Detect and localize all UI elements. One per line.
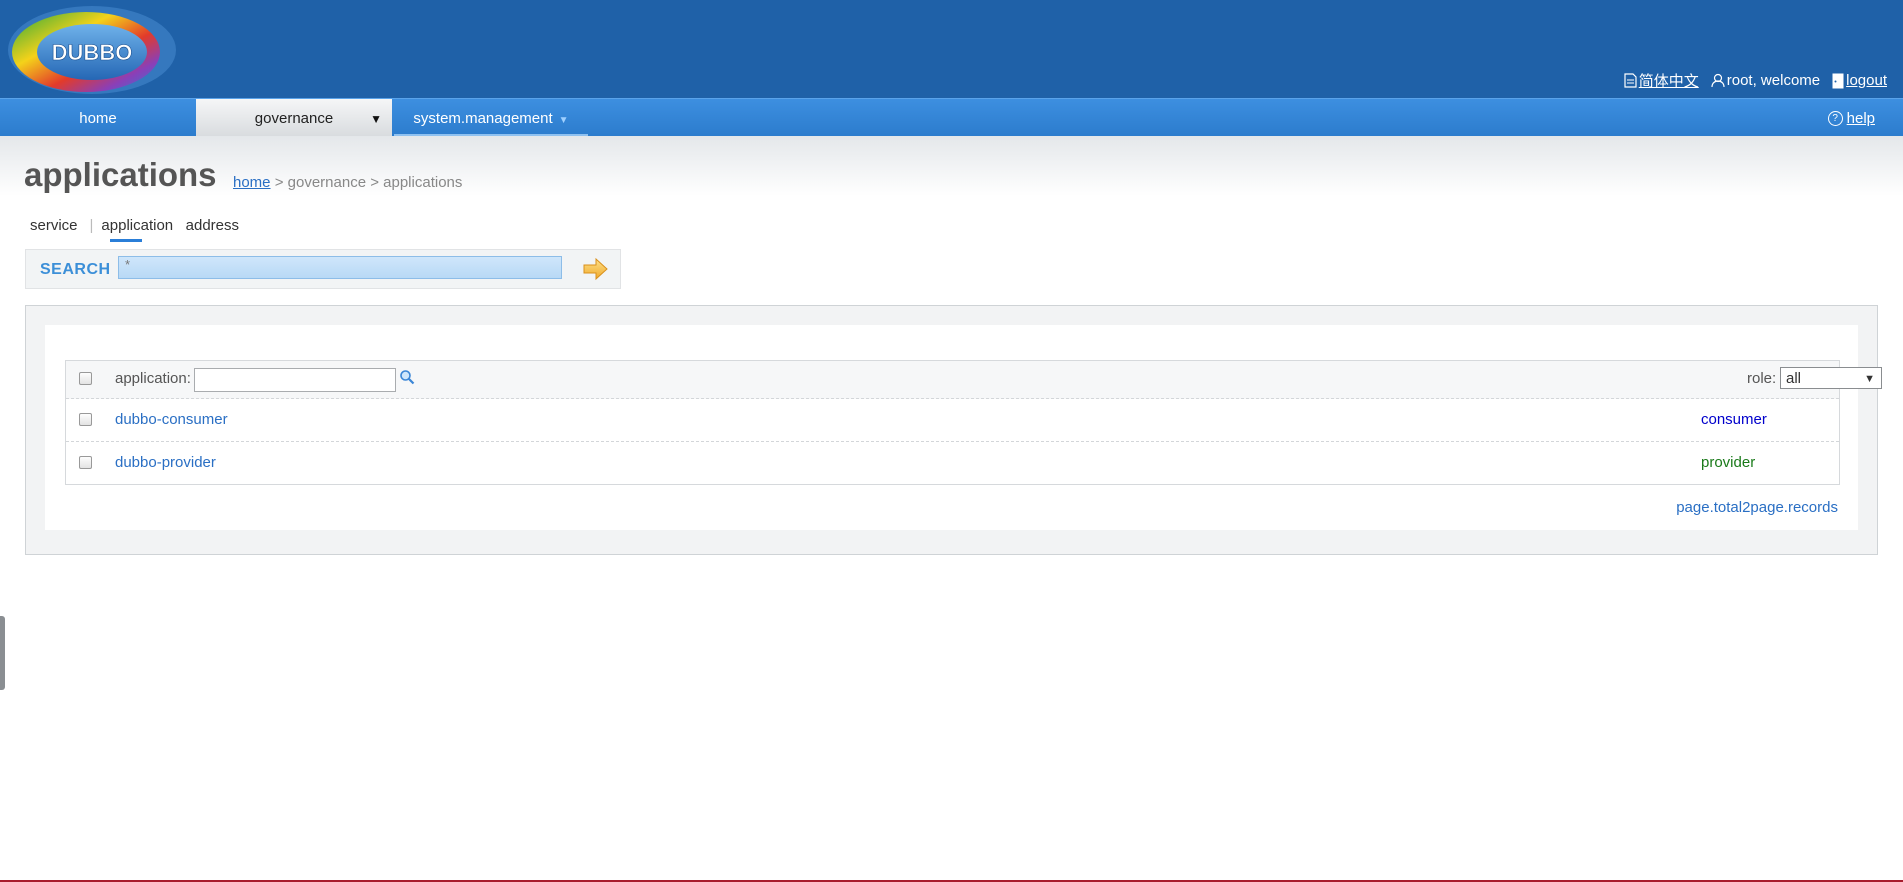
tab-application[interactable]: application: [101, 217, 173, 234]
select-all-checkbox[interactable]: [79, 372, 92, 385]
language-link[interactable]: 简体中文: [1639, 70, 1699, 91]
breadcrumb-separator: >: [366, 174, 384, 191]
search-input[interactable]: *: [118, 256, 562, 279]
user-welcome-text: root, welcome: [1726, 72, 1821, 89]
application-filter-label: application:: [115, 370, 191, 387]
applications-table: application: role: all ▼ dubbo-consumer …: [65, 360, 1882, 485]
search-bar: SEARCH *: [25, 249, 621, 289]
role-value: consumer: [1701, 411, 1767, 428]
role-select[interactable]: all ▼: [1780, 367, 1882, 389]
dubbo-logo[interactable]: DUBBO: [0, 2, 182, 96]
search-icon[interactable]: [399, 369, 415, 385]
caret-down-icon: ▼: [558, 115, 569, 126]
logout-link[interactable]: logout: [1846, 72, 1887, 89]
application-link[interactable]: dubbo-provider: [115, 454, 216, 471]
page-title: applications: [24, 156, 217, 193]
language-switch[interactable]: 简体中文: [1624, 70, 1699, 91]
nav-governance[interactable]: governance ▼: [196, 99, 392, 136]
breadcrumb-home[interactable]: home: [233, 174, 271, 191]
user-info: root, welcome: [1711, 72, 1820, 89]
tab-service[interactable]: service: [30, 217, 78, 234]
subtabs: service | application address: [30, 217, 239, 234]
help-link-wrapper[interactable]: ? help: [1827, 99, 1875, 136]
header-bar: DUBBO 简体中文 root, welcome logout: [0, 0, 1903, 98]
user-icon: [1711, 73, 1725, 88]
breadcrumb: home > governance > applications: [233, 174, 462, 191]
main-nav: home governance ▼ system.management ▼ ? he…: [0, 98, 1903, 136]
applications-panel-inner: application: role: all ▼ dubbo-consumer …: [45, 325, 1882, 530]
applications-panel: application: role: all ▼ dubbo-consumer …: [25, 305, 1882, 555]
dropdown-arrow-icon: ▼: [1864, 373, 1875, 385]
nav-home[interactable]: home: [0, 99, 196, 136]
arrow-right-icon[interactable]: [582, 256, 608, 282]
help-icon: ?: [1827, 111, 1843, 126]
nav-system-management-label: system.management: [413, 110, 553, 127]
row-checkbox[interactable]: [79, 456, 92, 469]
active-tab-indicator: [110, 239, 142, 242]
table-row: dubbo-consumer consumer: [66, 399, 1839, 442]
breadcrumb-separator: >: [270, 174, 288, 191]
application-filter-input[interactable]: [194, 368, 396, 392]
help-link[interactable]: help: [1847, 110, 1875, 127]
table-row: dubbo-provider provider: [66, 442, 1839, 484]
role-value: provider: [1701, 454, 1756, 471]
document-icon: [1624, 73, 1637, 88]
role-filter-label: role:: [1747, 370, 1777, 387]
nav-system-management[interactable]: system.management ▼: [394, 99, 588, 136]
logo-text: DUBBO: [52, 40, 133, 65]
nav-governance-label: governance: [254, 110, 334, 127]
application-link[interactable]: dubbo-consumer: [115, 411, 228, 428]
header-user-links: 简体中文 root, welcome logout: [1612, 70, 1887, 91]
role-select-value: all: [1786, 370, 1802, 387]
caret-down-icon: ▼: [370, 112, 382, 126]
logout[interactable]: logout: [1832, 72, 1887, 89]
table-header-row: application: role: all ▼: [66, 361, 1882, 399]
pagination-info[interactable]: page.total2page.records: [1676, 499, 1838, 516]
tab-separator: |: [89, 217, 94, 234]
breadcrumb-governance: governance: [287, 174, 367, 191]
logout-door-icon: [1832, 73, 1844, 88]
search-label: SEARCH: [40, 261, 111, 278]
tab-address[interactable]: address: [186, 217, 239, 234]
breadcrumb-current: applications: [383, 174, 463, 191]
side-drawer-handle[interactable]: [0, 616, 5, 690]
row-checkbox[interactable]: [79, 413, 92, 426]
